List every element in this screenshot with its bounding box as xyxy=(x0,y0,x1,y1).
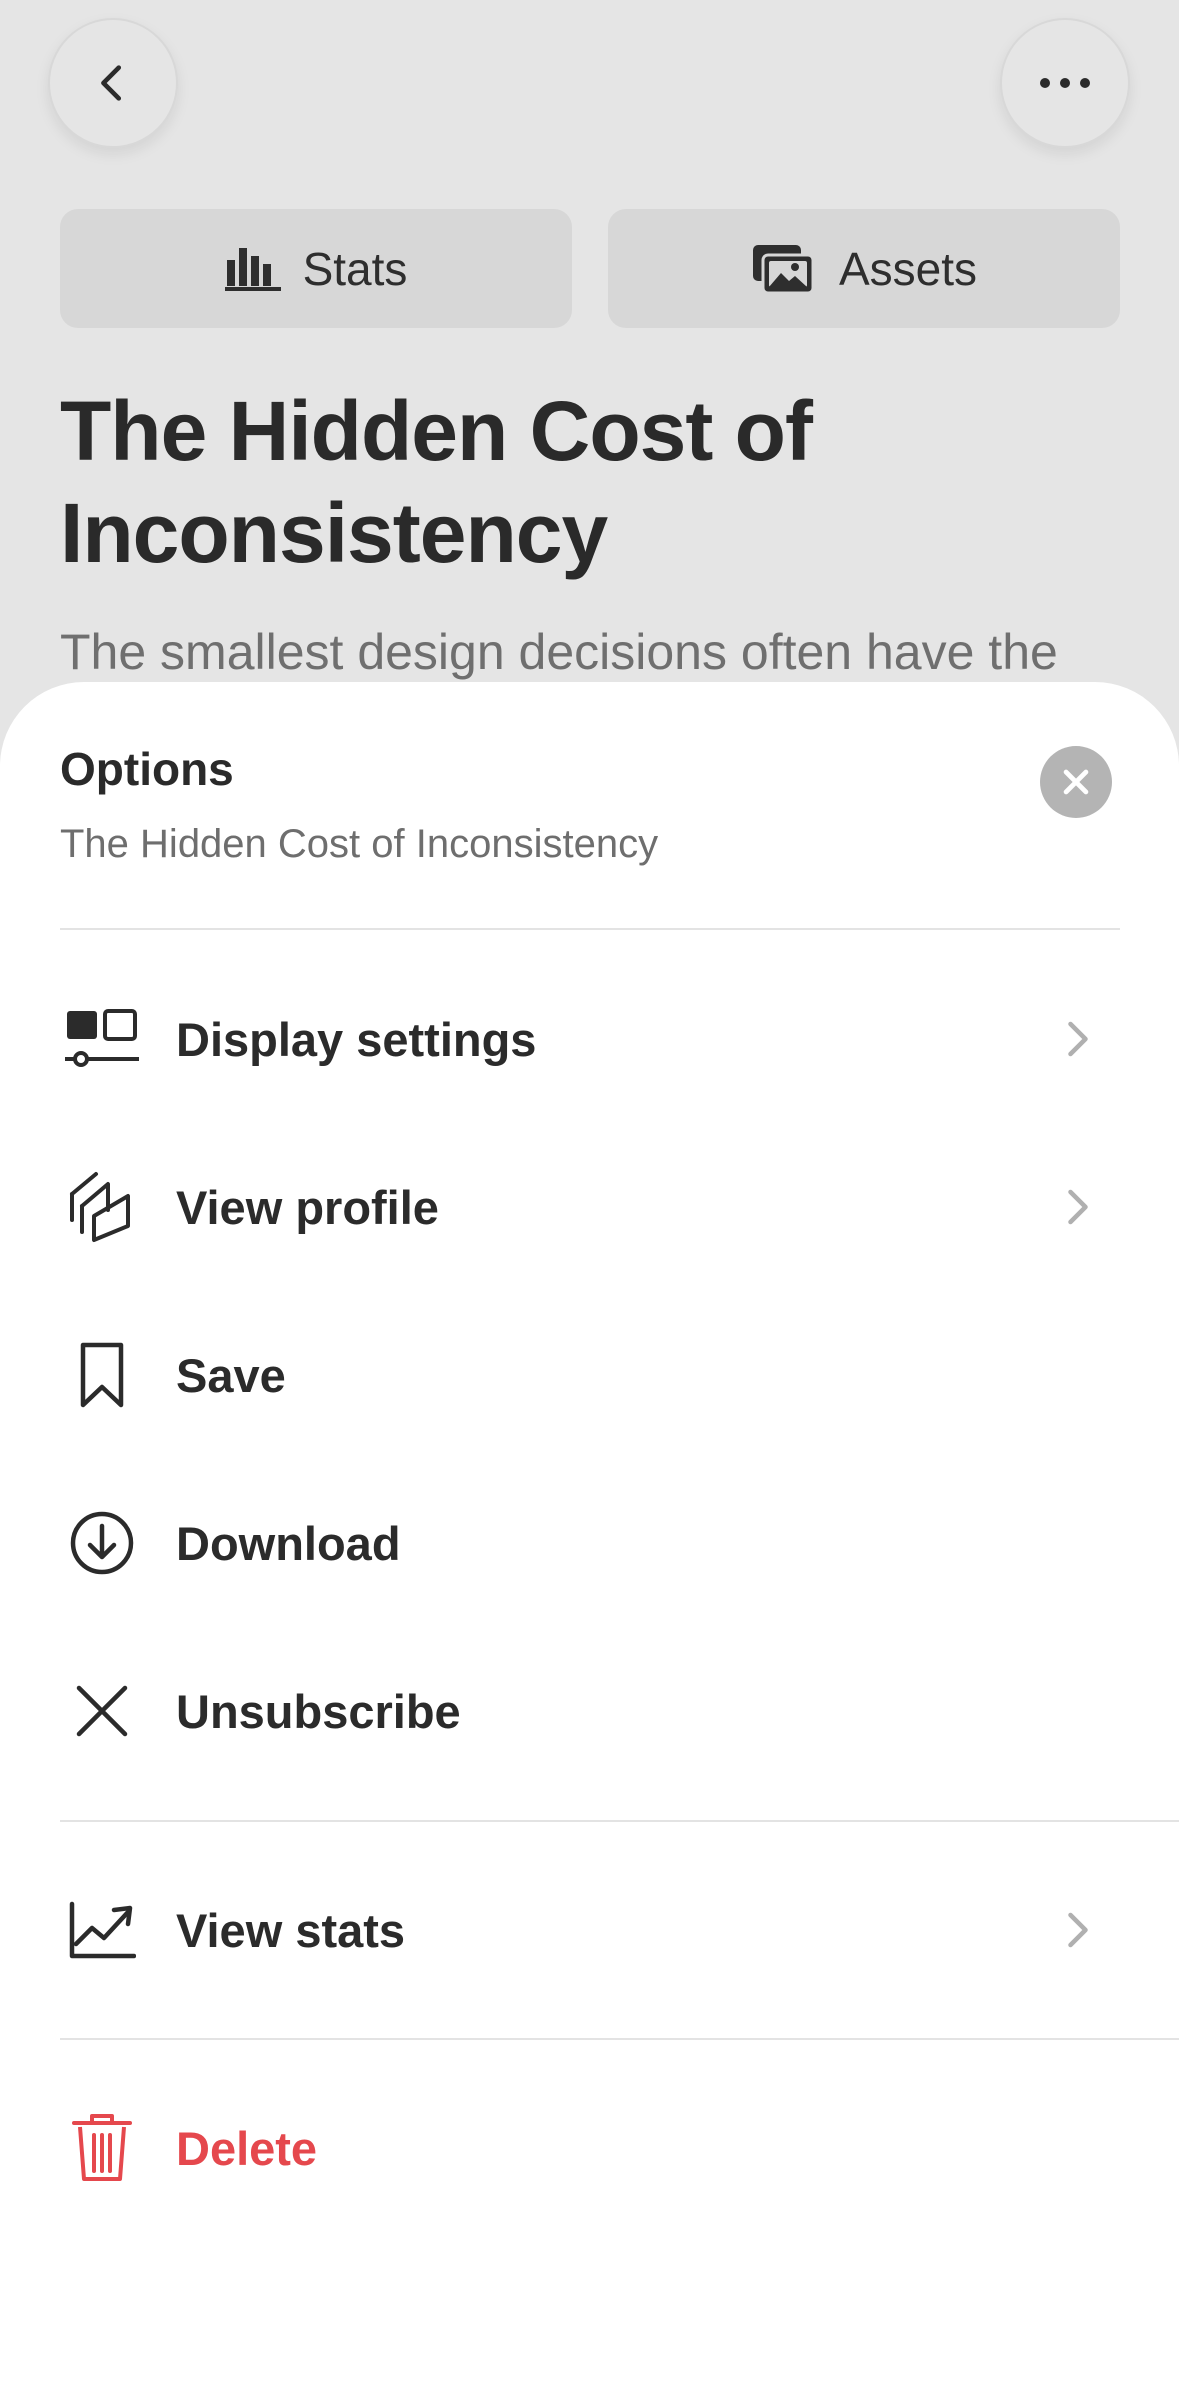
menu-item-label: Download xyxy=(176,1516,401,1570)
stats-tab[interactable]: Stats xyxy=(60,209,572,328)
stats-tab-label: Stats xyxy=(302,242,408,295)
display-settings-icon xyxy=(54,991,150,1087)
assets-tab-label: Assets xyxy=(838,242,978,295)
menu-item-unsubscribe[interactable]: Unsubscribe xyxy=(60,1646,1120,1776)
close-icon xyxy=(1063,769,1089,795)
ellipsis-icon xyxy=(1040,78,1090,88)
menu-item-delete[interactable]: Delete xyxy=(60,2083,1120,2213)
article-lede: The smallest design decisions often have… xyxy=(60,624,1058,680)
sheet-title: Options xyxy=(60,743,234,795)
bookmark-icon xyxy=(54,1327,150,1423)
chevron-right-icon xyxy=(1048,1009,1108,1069)
more-options-button[interactable] xyxy=(1000,18,1130,148)
menu-item-view-stats[interactable]: View stats xyxy=(60,1865,1120,1995)
back-button[interactable] xyxy=(48,18,178,148)
download-circle-icon xyxy=(54,1495,150,1591)
divider xyxy=(60,928,1120,930)
menu-item-save[interactable]: Save xyxy=(60,1310,1120,1440)
chevron-left-icon xyxy=(101,65,122,101)
menu-item-label: Display settings xyxy=(176,1012,537,1066)
menu-item-label: View stats xyxy=(176,1903,406,1957)
divider xyxy=(60,2038,1179,2040)
options-sheet: Options The Hidden Cost of Inconsistency… xyxy=(0,682,1179,2396)
menu-item-label: Delete xyxy=(176,2121,318,2175)
menu-item-label: Unsubscribe xyxy=(176,1684,461,1738)
article-title: The Hidden Cost of Inconsistency xyxy=(60,384,813,580)
menu-item-display-settings[interactable]: Display settings xyxy=(60,974,1120,1104)
chevron-right-icon xyxy=(1048,1900,1108,1960)
images-icon xyxy=(752,244,815,294)
divider xyxy=(60,1820,1179,1822)
assets-tab[interactable]: Assets xyxy=(608,209,1120,328)
sheet-subtitle: The Hidden Cost of Inconsistency xyxy=(60,822,659,866)
close-button[interactable] xyxy=(1040,746,1112,818)
x-icon xyxy=(54,1663,150,1759)
trending-chart-icon xyxy=(54,1882,150,1978)
screen: Stats Assets The Hidden Cost of Inconsis… xyxy=(0,0,1179,2396)
menu-item-label: View profile xyxy=(176,1180,439,1234)
menu-item-download[interactable]: Download xyxy=(60,1478,1120,1608)
bar-chart-icon xyxy=(224,247,281,291)
stacked-cards-icon xyxy=(54,1159,150,1255)
trash-icon xyxy=(54,2100,150,2196)
menu-item-view-profile[interactable]: View profile xyxy=(60,1142,1120,1272)
chevron-right-icon xyxy=(1048,1177,1108,1237)
menu-item-label: Save xyxy=(176,1348,286,1402)
